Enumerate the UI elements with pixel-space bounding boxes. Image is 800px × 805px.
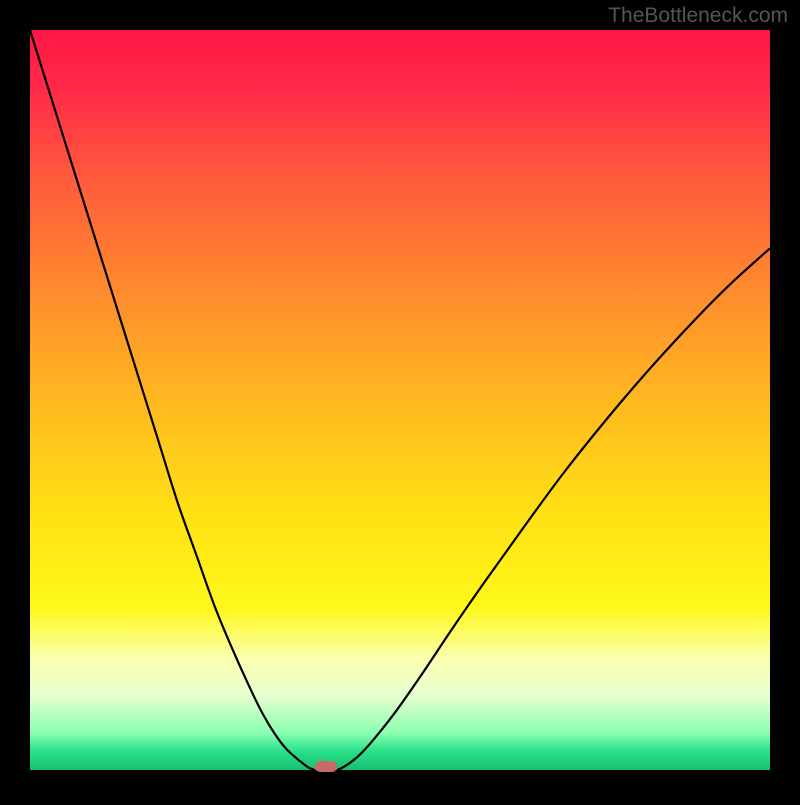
watermark-text: TheBottleneck.com [608,4,788,28]
bottleneck-chart [0,0,800,800]
bottom-marker [315,761,337,772]
plot-background [30,30,770,770]
chart-container [0,0,800,800]
